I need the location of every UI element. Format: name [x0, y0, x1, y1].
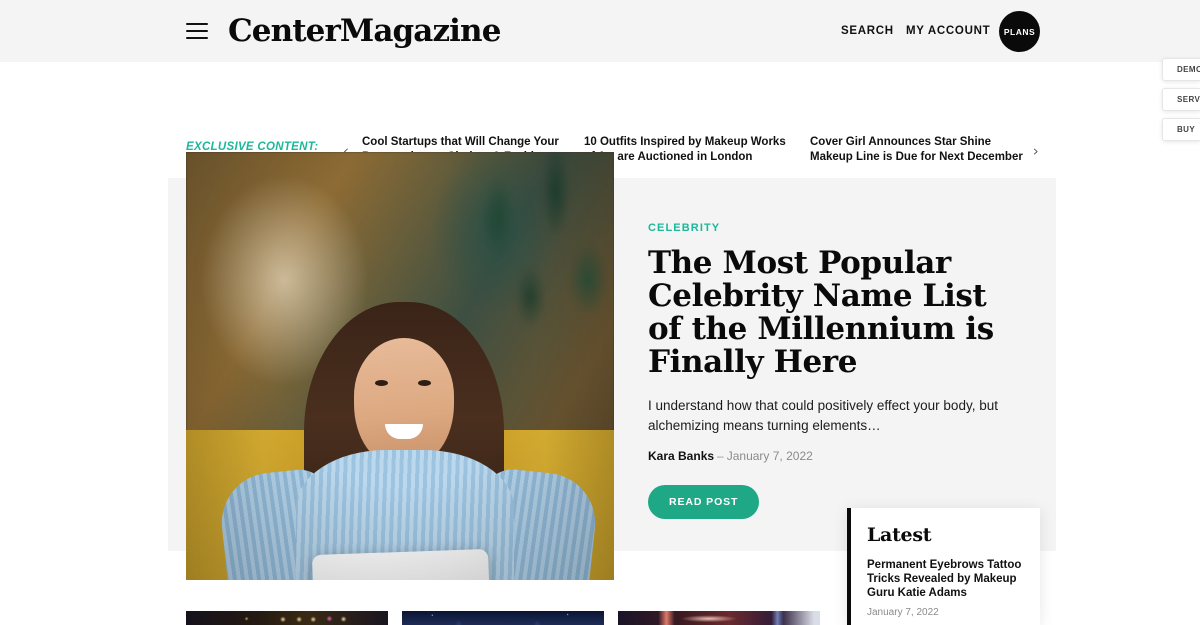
latest-heading: Latest [867, 524, 932, 546]
plans-button[interactable]: PLANS [999, 11, 1040, 52]
hamburger-bar [186, 23, 208, 25]
article-thumbnail[interactable] [186, 611, 388, 625]
latest-card: Latest Permanent Eyebrows Tattoo Tricks … [847, 508, 1040, 625]
chevron-right-icon[interactable]: › [1028, 142, 1044, 160]
latest-item-title[interactable]: Permanent Eyebrows Tattoo Tricks Reveale… [867, 558, 1026, 600]
latest-item-date: January 7, 2022 [867, 607, 939, 618]
hero-category-label[interactable]: CELEBRITY [648, 222, 1018, 234]
photo-vignette [186, 152, 614, 580]
hero-date: January 7, 2022 [726, 449, 813, 463]
nav-search[interactable]: SEARCH [841, 25, 894, 37]
read-post-button[interactable]: READ POST [648, 485, 760, 519]
hero-featured-image[interactable] [186, 152, 614, 580]
hamburger-bar [186, 30, 208, 32]
ticker-item[interactable]: Cover Girl Announces Star Shine Makeup L… [810, 135, 1025, 164]
edge-button-services[interactable]: SERVICES [1162, 88, 1200, 111]
site-logo[interactable]: CenterMagazine [228, 12, 501, 50]
hamburger-bar [186, 37, 208, 39]
edge-button-group: DEMO SERVICES BUY [1162, 58, 1200, 148]
hero-author[interactable]: Kara Banks [648, 449, 714, 463]
hero-photo [186, 152, 614, 580]
meta-separator: – [717, 449, 724, 463]
hero-meta: Kara Banks – January 7, 2022 [648, 449, 1018, 463]
exclusive-content-ticker: EXCLUSIVE CONTENT: ‹ Cool Startups that … [0, 62, 1200, 163]
page-root: CenterMagazine SEARCH MY ACCOUNT PLANS D… [0, 0, 1200, 625]
nav-my-account[interactable]: MY ACCOUNT [906, 25, 990, 37]
edge-button-buy[interactable]: BUY [1162, 118, 1200, 141]
hero-excerpt: I understand how that could positively e… [648, 398, 998, 433]
hero-headline[interactable]: The Most Popular Celebrity Name List of … [648, 247, 1018, 379]
hero-text-block: CELEBRITY The Most Popular Celebrity Nam… [648, 222, 1018, 519]
article-thumbnail[interactable] [402, 611, 604, 625]
article-thumbnail[interactable] [618, 611, 820, 625]
site-header: CenterMagazine SEARCH MY ACCOUNT PLANS [0, 0, 1200, 62]
edge-button-demo[interactable]: DEMO [1162, 58, 1200, 81]
ticker-item[interactable]: 10 Outfits Inspired by Makeup Works of A… [584, 135, 799, 164]
hamburger-icon[interactable] [186, 23, 208, 39]
